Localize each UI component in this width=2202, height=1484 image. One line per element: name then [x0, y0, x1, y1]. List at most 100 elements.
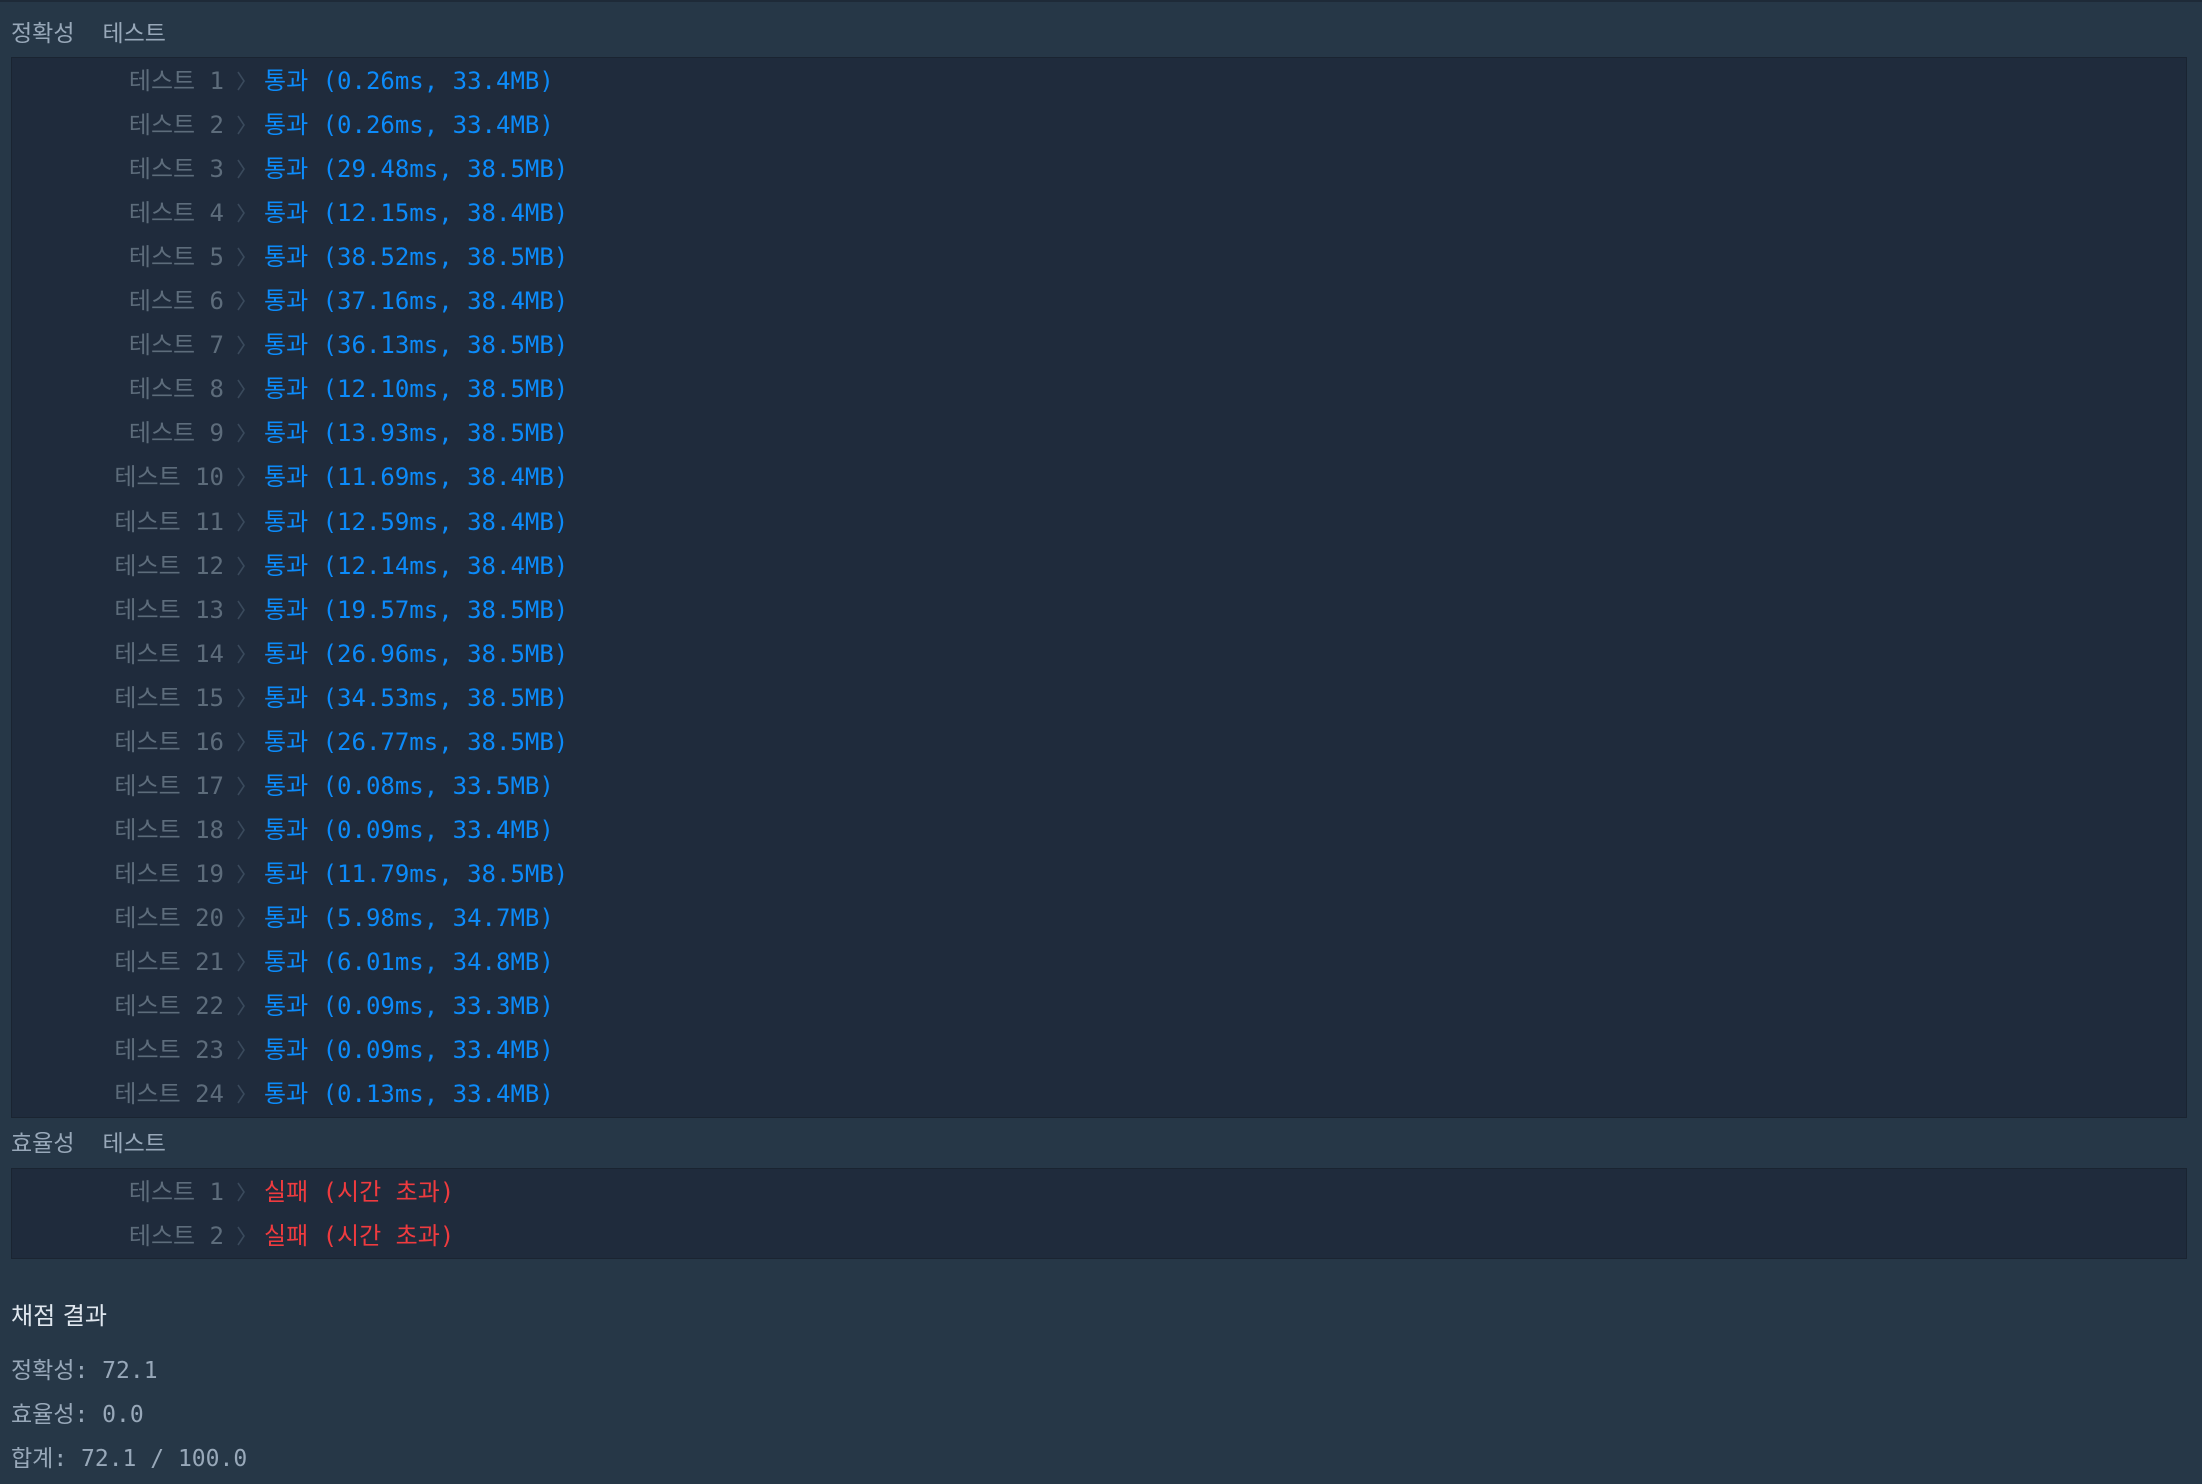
test-result: 통과 (12.10ms, 38.5MB)	[264, 375, 569, 404]
chevron-right-icon	[234, 1028, 248, 1072]
test-label: 테스트 9	[128, 419, 224, 448]
test-result: 실패 (시간 초과)	[264, 1178, 455, 1206]
test-row: 테스트 6 통과 (37.16ms, 38.4MB)	[12, 279, 2182, 323]
test-row: 테스트 12 통과 (12.14ms, 38.4MB)	[12, 544, 2182, 588]
chevron-right-icon	[234, 1072, 248, 1116]
accuracy-header-word2: 테스트	[102, 21, 166, 47]
accuracy-header-word1: 정확성	[11, 21, 75, 47]
test-row: 테스트 13 통과 (19.57ms, 38.5MB)	[12, 588, 2182, 632]
test-row: 테스트 2 실패 (시간 초과)	[12, 1214, 2182, 1258]
test-result: 통과 (0.13ms, 33.4MB)	[264, 1080, 554, 1109]
summary-total: 합계: 72.1 / 100.0	[11, 1446, 248, 1472]
chevron-right-icon	[234, 1214, 248, 1258]
test-label: 테스트 4	[128, 199, 224, 228]
test-row: 테스트 16 통과 (26.77ms, 38.5MB)	[12, 720, 2182, 764]
test-result: 통과 (29.48ms, 38.5MB)	[264, 155, 569, 184]
accuracy-results-panel: 테스트 1 통과 (0.26ms, 33.4MB) 테스트 2 통과 (0.26ms,…	[11, 57, 2187, 1118]
grading-result-title: 채점 결과	[11, 1302, 107, 1330]
test-result: 통과 (0.26ms, 33.4MB)	[264, 111, 554, 140]
test-row: 테스트 7 통과 (36.13ms, 38.5MB)	[12, 323, 2182, 367]
test-result: 통과 (5.98ms, 34.7MB)	[264, 903, 554, 932]
chevron-right-icon	[234, 279, 248, 323]
test-label: 테스트 12	[114, 551, 224, 580]
summary-efficiency: 효율성: 0.0	[11, 1402, 144, 1428]
test-label: 테스트 1	[128, 67, 224, 95]
test-row: 테스트 21 통과 (6.01ms, 34.8MB)	[12, 940, 2182, 984]
chevron-right-icon	[234, 235, 248, 279]
test-label: 테스트 2	[128, 111, 224, 140]
test-result: 통과 (38.52ms, 38.5MB)	[264, 243, 569, 272]
chevron-right-icon	[234, 455, 248, 499]
chevron-right-icon	[234, 852, 248, 896]
test-row: 테스트 22 통과 (0.09ms, 33.3MB)	[12, 984, 2182, 1028]
test-row: 테스트 8 통과 (12.10ms, 38.5MB)	[12, 367, 2182, 411]
test-row: 테스트 20 통과 (5.98ms, 34.7MB)	[12, 896, 2182, 940]
top-divider	[0, 0, 2202, 2]
test-label: 테스트 10	[114, 463, 224, 492]
test-row: 테스트 10 통과 (11.69ms, 38.4MB)	[12, 455, 2182, 499]
efficiency-results-panel: 테스트 1 실패 (시간 초과) 테스트 2 실패 (시간 초과)	[11, 1168, 2187, 1259]
chevron-right-icon	[234, 147, 248, 191]
test-result: 통과 (0.26ms, 33.4MB)	[264, 67, 554, 95]
test-result: 통과 (13.93ms, 38.5MB)	[264, 419, 569, 448]
test-row: 테스트 2 통과 (0.26ms, 33.4MB)	[12, 103, 2182, 147]
summary-accuracy: 정확성: 72.1	[11, 1358, 158, 1384]
chevron-right-icon	[234, 1170, 248, 1214]
test-label: 테스트 5	[128, 243, 224, 272]
test-row: 테스트 15 통과 (34.53ms, 38.5MB)	[12, 676, 2182, 720]
accuracy-section-header: 정확성 테스트	[11, 14, 166, 48]
test-result: 통과 (0.09ms, 33.4MB)	[264, 1036, 554, 1065]
test-result: 통과 (11.79ms, 38.5MB)	[264, 859, 569, 888]
test-row: 테스트 14 통과 (26.96ms, 38.5MB)	[12, 632, 2182, 676]
efficiency-section-header: 효율성 테스트	[11, 1124, 166, 1158]
test-label: 테스트 14	[114, 639, 224, 668]
test-label: 테스트 16	[114, 727, 224, 756]
chevron-right-icon	[234, 367, 248, 411]
test-label: 테스트 17	[114, 771, 224, 800]
test-result: 통과 (26.77ms, 38.5MB)	[264, 727, 569, 756]
test-label: 테스트 13	[114, 595, 224, 624]
test-result: 통과 (34.53ms, 38.5MB)	[264, 683, 569, 712]
test-result: 실패 (시간 초과)	[264, 1222, 455, 1250]
test-label: 테스트 24	[114, 1080, 224, 1109]
chevron-right-icon	[234, 764, 248, 808]
test-row: 테스트 4 통과 (12.15ms, 38.4MB)	[12, 191, 2182, 235]
test-label: 테스트 8	[128, 375, 224, 404]
test-row: 테스트 19 통과 (11.79ms, 38.5MB)	[12, 852, 2182, 896]
test-label: 테스트 6	[128, 287, 224, 316]
test-label: 테스트 11	[114, 507, 224, 536]
chevron-right-icon	[234, 103, 248, 147]
test-row: 테스트 1 통과 (0.26ms, 33.4MB)	[12, 59, 2182, 103]
test-row: 테스트 1 실패 (시간 초과)	[12, 1170, 2182, 1214]
test-label: 테스트 22	[114, 992, 224, 1021]
test-result: 통과 (6.01ms, 34.8MB)	[264, 948, 554, 976]
test-label: 테스트 7	[128, 331, 224, 360]
efficiency-header-word2: 테스트	[102, 1131, 166, 1157]
test-row: 테스트 5 통과 (38.52ms, 38.5MB)	[12, 235, 2182, 279]
test-label: 테스트 15	[114, 683, 224, 712]
chevron-right-icon	[234, 632, 248, 676]
test-label: 테스트 21	[114, 948, 224, 976]
test-result: 통과 (37.16ms, 38.4MB)	[264, 287, 569, 316]
chevron-right-icon	[234, 59, 248, 103]
test-label: 테스트 20	[114, 903, 224, 932]
test-result: 통과 (19.57ms, 38.5MB)	[264, 595, 569, 624]
test-row: 테스트 3 통과 (29.48ms, 38.5MB)	[12, 147, 2182, 191]
test-row: 테스트 17 통과 (0.08ms, 33.5MB)	[12, 764, 2182, 808]
test-label: 테스트 2	[128, 1222, 224, 1250]
test-result: 통과 (0.08ms, 33.5MB)	[264, 771, 554, 800]
test-row: 테스트 9 통과 (13.93ms, 38.5MB)	[12, 411, 2182, 455]
test-row: 테스트 18 통과 (0.09ms, 33.4MB)	[12, 808, 2182, 852]
chevron-right-icon	[234, 588, 248, 632]
test-result: 통과 (0.09ms, 33.4MB)	[264, 815, 554, 844]
chevron-right-icon	[234, 720, 248, 764]
chevron-right-icon	[234, 323, 248, 367]
chevron-right-icon	[234, 808, 248, 852]
test-result: 통과 (12.14ms, 38.4MB)	[264, 551, 569, 580]
chevron-right-icon	[234, 940, 248, 984]
test-row: 테스트 11 통과 (12.59ms, 38.4MB)	[12, 500, 2182, 544]
chevron-right-icon	[234, 500, 248, 544]
test-result: 통과 (11.69ms, 38.4MB)	[264, 463, 569, 492]
test-label: 테스트 19	[114, 859, 224, 888]
chevron-right-icon	[234, 191, 248, 235]
